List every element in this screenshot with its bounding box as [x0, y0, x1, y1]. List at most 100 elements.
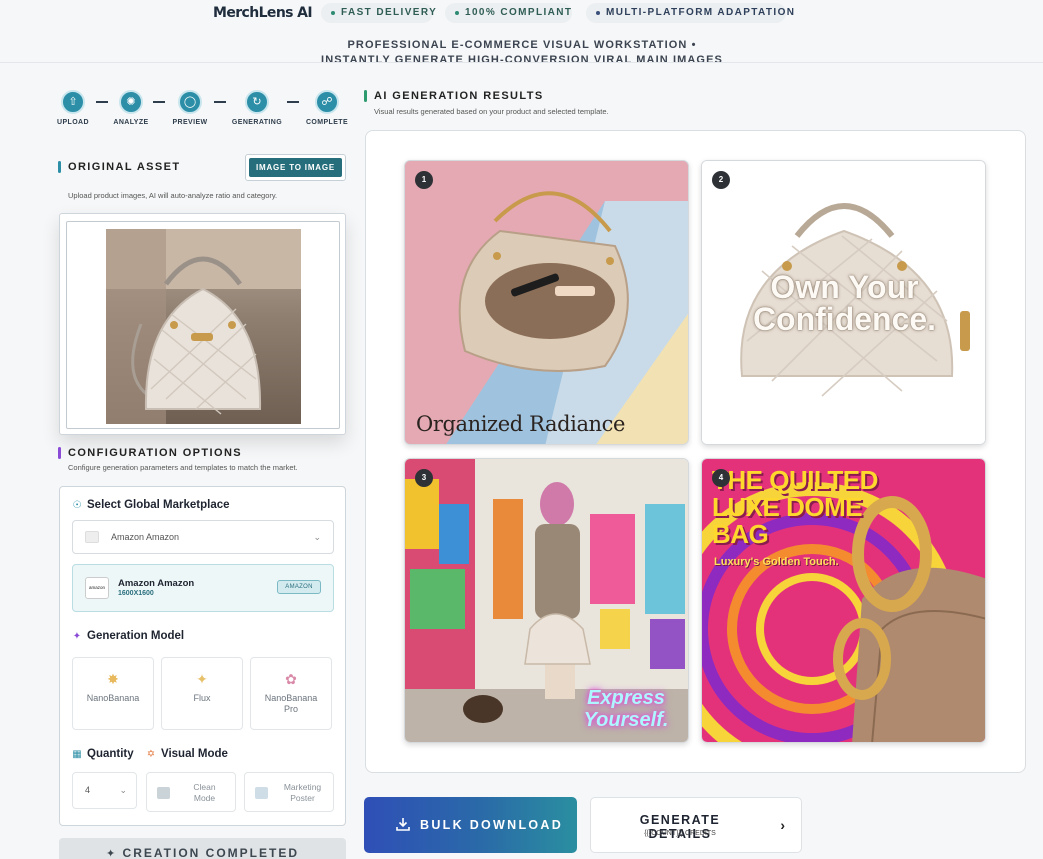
- top-bar: MerchLens AI FAST DELIVERY 100% COMPLIAN…: [0, 0, 1043, 28]
- badge-dot-icon: [331, 11, 335, 15]
- bulk-download-button[interactable]: BULK DOWNLOAD: [364, 797, 577, 853]
- caption-line: BAG: [712, 519, 769, 549]
- heading-text: Visual Mode: [161, 748, 228, 760]
- result-number-badge: 2: [712, 171, 730, 189]
- step-label: UPLOAD: [57, 119, 89, 126]
- magic-wand-icon: ✡: [146, 749, 156, 760]
- model-option-flux[interactable]: ✦ Flux: [161, 657, 243, 730]
- badge-fast-delivery: FAST DELIVERY: [321, 3, 436, 23]
- header-divider: [0, 62, 1043, 63]
- heading-text: Select Global Marketplace: [87, 499, 230, 511]
- bulb-icon: ◯: [178, 90, 202, 114]
- amazon-logo-icon: [85, 531, 99, 543]
- step-upload[interactable]: ⇧ UPLOAD: [43, 90, 103, 126]
- model-option-nanobanana-pro[interactable]: ✿ NanoBanana Pro: [250, 657, 332, 730]
- result-number-badge: 1: [415, 171, 433, 189]
- shield-icon: ☍: [315, 90, 339, 114]
- marketplace-badge: AMAZON: [277, 580, 321, 594]
- step-label: ANALYZE: [113, 119, 149, 126]
- step-label: PREVIEW: [172, 119, 208, 126]
- sparkle-icon: ✦: [72, 631, 82, 642]
- badge-compliant: 100% COMPLIANT: [445, 3, 572, 23]
- model-option-nanobanana[interactable]: ✸ NanoBanana: [72, 657, 154, 730]
- result-image-4[interactable]: 4 THE QUILTED LUXE DOME BAG Luxury's Gol…: [701, 458, 986, 743]
- generate-details-button[interactable]: GENERATE DETAILS {{{COUNT}}} CREDITS ›: [590, 797, 802, 853]
- visual-mode-clean[interactable]: Clean Mode: [146, 772, 236, 812]
- creation-completed-button[interactable]: ✦ CREATION COMPLETED: [59, 838, 346, 859]
- step-preview[interactable]: ◯ PREVIEW: [160, 90, 220, 126]
- badge-dot-icon: [596, 11, 600, 15]
- upload-dropzone[interactable]: [59, 213, 346, 435]
- uploaded-product-image: [106, 229, 301, 424]
- uploaded-image-frame: [66, 221, 340, 429]
- palette-icon: ✿: [285, 671, 297, 687]
- step-connector: [214, 101, 226, 103]
- image-icon: [157, 787, 170, 799]
- section-accent-bar: [58, 161, 61, 173]
- step-label: COMPLETE: [305, 119, 349, 126]
- globe-icon: ☉: [72, 500, 82, 511]
- step-analyze[interactable]: ✺ ANALYZE: [101, 90, 161, 126]
- banana-icon: ✸: [107, 671, 119, 687]
- caption-line: LUXE DOME: [712, 492, 863, 522]
- mode-label: Marketing Poster: [275, 782, 330, 804]
- results-title: AI GENERATION RESULTS: [364, 90, 544, 102]
- configuration-panel: ☉ Select Global Marketplace Amazon Amazon…: [59, 486, 346, 826]
- caption-line: Yourself.: [583, 709, 669, 731]
- headline-line-1: PROFESSIONAL E-COMMERCE VISUAL WORKSTATI…: [347, 39, 697, 51]
- configuration-subtitle: Configure generation parameters and temp…: [68, 463, 298, 472]
- mode-label: Clean Mode: [177, 782, 232, 804]
- visual-mode-marketing-poster[interactable]: Marketing Poster: [244, 772, 334, 812]
- quantity-heading: ▦ Quantity: [71, 748, 133, 760]
- result-image-1[interactable]: 1 Organized Radiance: [404, 160, 689, 445]
- badge-dot-icon: [455, 11, 459, 15]
- select-value: Amazon Amazon: [111, 532, 180, 542]
- chevron-down-icon: ⌄: [313, 532, 321, 542]
- generation-model-heading: ✦ Generation Model: [71, 630, 184, 642]
- sparkle-icon: ✦: [196, 671, 208, 687]
- results-subtitle: Visual results generated based on your p…: [374, 107, 609, 116]
- image-to-image-button[interactable]: IMAGE TO IMAGE: [245, 154, 346, 181]
- caption-line: Express: [587, 687, 665, 709]
- quantity-select[interactable]: 4 ⌄: [72, 772, 137, 809]
- badge-multi-platform: MULTI-PLATFORM ADAPTATION: [586, 3, 794, 23]
- marketplace-size: 1600X1600: [118, 590, 154, 597]
- button-label: BULK DOWNLOAD: [420, 818, 564, 832]
- headline-line-2: INSTANTLY GENERATE HIGH-CONVERSION VIRAL…: [321, 54, 723, 66]
- model-name-line: Pro: [283, 704, 298, 714]
- caption-line: Confidence.: [752, 301, 937, 337]
- result-number-badge: 4: [712, 469, 730, 487]
- badge-label: 100% COMPLIANT: [465, 7, 573, 18]
- model-name: Flux: [193, 693, 211, 703]
- credits-label: {{{COUNT}}} CREDITS: [644, 830, 716, 837]
- result-number-badge: 3: [415, 469, 433, 487]
- chevron-down-icon: ⌄: [119, 785, 127, 795]
- section-title-text: ORIGINAL ASSET: [68, 161, 181, 173]
- button-label: CREATION COMPLETED: [122, 846, 299, 859]
- mode-label-line: Clean: [193, 782, 216, 792]
- marketplace-select[interactable]: Amazon Amazon ⌄: [72, 520, 334, 554]
- marketplace-heading: ☉ Select Global Marketplace: [71, 499, 230, 511]
- model-name-line: NanoBanana: [264, 693, 318, 703]
- model-name: NanoBanana Pro: [251, 693, 331, 715]
- result-caption: Express Yourself.: [571, 687, 681, 731]
- caption-line: Own Your: [770, 269, 919, 305]
- original-asset-title: ORIGINAL ASSET: [58, 161, 181, 173]
- result-image-2[interactable]: 2 Own Your Confidence.: [701, 160, 986, 445]
- mode-button-label: IMAGE TO IMAGE: [249, 158, 342, 177]
- section-title-text: AI GENERATION RESULTS: [374, 90, 544, 102]
- result-caption: Organized Radiance: [416, 412, 626, 436]
- mode-label-line: Poster: [290, 793, 315, 803]
- step-complete[interactable]: ☍ COMPLETE: [297, 90, 357, 126]
- badge-label: MULTI-PLATFORM ADAPTATION: [606, 7, 796, 18]
- upload-icon: ⇧: [61, 90, 85, 114]
- progress-stepper: ⇧ UPLOAD ✺ ANALYZE ◯ PREVIEW ↻ GENERATIN…: [55, 90, 355, 130]
- page-headline: PROFESSIONAL E-COMMERCE VISUAL WORKSTATI…: [22, 38, 1022, 68]
- original-asset-subtitle: Upload product images, AI will auto-anal…: [68, 191, 278, 200]
- selected-marketplace-card[interactable]: amazon Amazon Amazon 1600X1600 AMAZON: [72, 564, 334, 612]
- result-caption: Own Your Confidence.: [732, 271, 957, 335]
- mode-label-line: Mode: [193, 793, 216, 803]
- result-image-3[interactable]: 3 Express Yourself.: [404, 458, 689, 743]
- analyze-icon: ✺: [119, 90, 143, 114]
- step-generating[interactable]: ↻ GENERATING: [227, 90, 287, 126]
